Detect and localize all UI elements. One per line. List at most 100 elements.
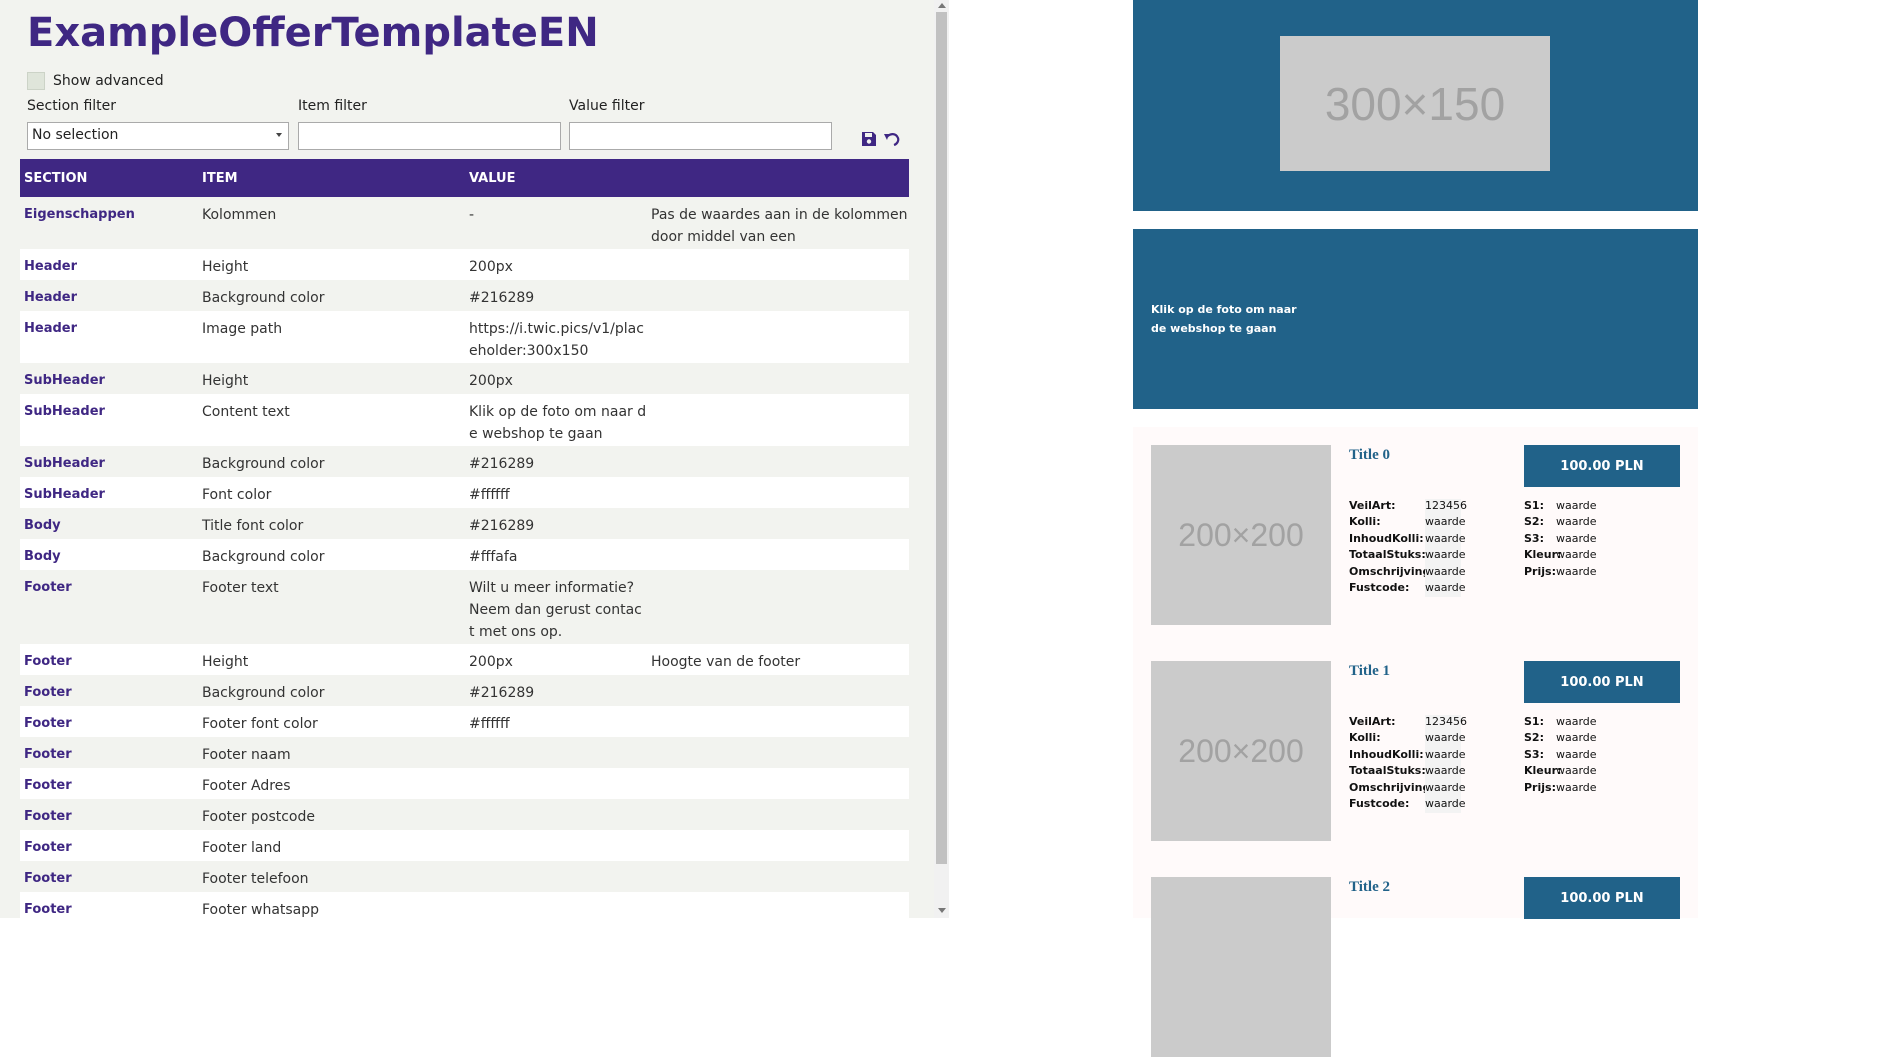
page-title: ExampleOfferTemplateEN [27, 10, 599, 56]
table-row[interactable]: SubHeader Height 200px [20, 363, 909, 394]
row-section: Footer [24, 871, 72, 886]
table-row[interactable]: Body Title font color #216289 [20, 508, 909, 539]
spec-value: waarde [1556, 764, 1597, 778]
spec-row: Prijs: waarde [1524, 565, 1597, 581]
spec-key: InhoudKolli: [1349, 531, 1424, 545]
row-section: Footer [24, 685, 72, 700]
spec-value: waarde [1425, 564, 1466, 581]
value-filter-input[interactable] [569, 122, 832, 150]
row-section: Header [24, 259, 78, 274]
product-card: Title 2 100.00 PLN [1133, 859, 1698, 1057]
table-row[interactable]: Header Image path https://i.twic.pics/v1/p… [20, 311, 909, 363]
header-item[interactable]: ITEM [202, 171, 238, 186]
spec-value: waarde [1425, 531, 1466, 549]
spec-key: S3: [1524, 531, 1544, 545]
row-value[interactable]: Klik op de foto om naar de webshop te ga… [469, 401, 647, 445]
row-value[interactable]: #216289 [469, 682, 647, 704]
show-advanced-checkbox[interactable] [27, 72, 45, 90]
spec-key: S3: [1524, 747, 1544, 761]
spec-key: VeilArt: [1349, 499, 1396, 512]
table-row[interactable]: SubHeader Background color #216289 [20, 446, 909, 477]
spec-key: VeilArt: [1349, 715, 1396, 728]
section-filter-label: Section filter [27, 98, 117, 114]
spec-key: Fustcode: [1349, 796, 1410, 810]
value-filter-label: Value filter [569, 98, 645, 114]
row-value[interactable]: #ffffff [469, 713, 647, 735]
save-icon[interactable] [860, 130, 878, 148]
row-description[interactable]: Hoogte van de footer [651, 651, 909, 673]
spec-key: TotaalStuks: [1349, 548, 1426, 562]
table-row[interactable]: Footer Footer naam [20, 737, 909, 768]
row-value[interactable]: #216289 [469, 453, 647, 475]
row-value[interactable]: #216289 [469, 287, 647, 309]
table-row[interactable]: Header Height 200px [20, 249, 909, 280]
table-row[interactable]: Footer Background color #216289 [20, 675, 909, 706]
scrollbar[interactable] [934, 0, 949, 918]
table-row[interactable]: Footer Footer postcode [20, 799, 909, 830]
row-value[interactable]: #216289 [469, 515, 647, 537]
table-row[interactable]: SubHeader Font color #ffffff [20, 477, 909, 508]
spec-row: Omschrijving: waarde [1349, 564, 1466, 581]
table-row[interactable]: Footer Footer whatsapp [20, 892, 909, 918]
row-value[interactable]: #fffafa [469, 546, 647, 568]
row-section: Footer [24, 580, 72, 595]
table-row[interactable]: SubHeader Content text Klik op de foto om … [20, 394, 909, 446]
row-value[interactable]: 200px [469, 651, 647, 673]
spec-row: S1: waarde [1524, 499, 1597, 515]
product-image-placeholder[interactable]: 200×200 [1151, 661, 1331, 841]
header-section[interactable]: SECTION [24, 171, 87, 186]
spec-key: Kleur: [1524, 764, 1562, 778]
row-value[interactable]: 200px [469, 370, 647, 392]
product-specs: VeilArt: 123456 Kolli: waarde InhoudKolli: wa… [1349, 499, 1467, 598]
preview-header: 300×150 [1133, 0, 1698, 211]
table-row[interactable]: Body Background color #fffafa [20, 539, 909, 570]
spec-value: waarde [1556, 515, 1597, 529]
row-value[interactable]: 200px [469, 256, 647, 278]
row-section: Header [24, 290, 78, 305]
row-value[interactable]: Wilt u meer informatie? Neem dan gerust … [469, 577, 647, 643]
product-price-button[interactable]: 100.00 PLN [1524, 877, 1680, 919]
table-row[interactable]: Footer Height 200px Hoogte van de footer [20, 644, 909, 675]
header-image-placeholder[interactable]: 300×150 [1280, 36, 1550, 171]
table-row[interactable]: Footer Footer text Wilt u meer informatie?… [20, 570, 909, 644]
table-row[interactable]: Footer Footer Adres [20, 768, 909, 799]
spec-value: waarde [1425, 796, 1466, 814]
spec-row: Fustcode: waarde [1349, 580, 1466, 598]
product-image-placeholder[interactable]: 200×200 [1151, 445, 1331, 625]
spec-value: waarde [1425, 780, 1466, 797]
scroll-down-arrow[interactable] [938, 908, 946, 913]
header-value[interactable]: VALUE [469, 171, 516, 186]
table-row[interactable]: Header Background color #216289 [20, 280, 909, 311]
product-image-placeholder[interactable] [1151, 877, 1331, 1057]
table-row[interactable]: Footer Footer land [20, 830, 909, 861]
row-item: Content text [202, 404, 290, 420]
product-title: Title 0 [1349, 447, 1390, 463]
spec-key: TotaalStuks: [1349, 764, 1426, 778]
row-value[interactable]: #ffffff [469, 484, 647, 506]
template-preview: 300×150 Klik op de foto om naar de websh… [1133, 0, 1698, 1057]
spec-key: S2: [1524, 731, 1544, 745]
row-value[interactable]: - [469, 204, 647, 226]
scroll-up-arrow[interactable] [938, 3, 946, 8]
undo-icon[interactable] [883, 130, 901, 148]
show-advanced-row[interactable]: Show advanced [27, 72, 164, 90]
row-section: Header [24, 321, 78, 336]
product-price-button[interactable]: 100.00 PLN [1524, 661, 1680, 703]
settings-table: Eigenschappen Kolommen - Pas de waardes aan… [20, 197, 909, 918]
spec-value: waarde [1556, 715, 1597, 728]
row-value[interactable]: https://i.twic.pics/v1/placeholder:300x1… [469, 318, 647, 362]
spec-key: S1: [1524, 715, 1544, 728]
row-section: Body [24, 518, 61, 533]
table-row[interactable]: Footer Footer telefoon [20, 861, 909, 892]
row-item: Background color [202, 456, 325, 472]
table-row[interactable]: Eigenschappen Kolommen - Pas de waardes aan… [20, 197, 909, 267]
subheader-text: Klik op de foto om naar de webshop te ga… [1151, 303, 1297, 335]
section-filter-select[interactable]: No selection [27, 122, 289, 150]
table-row[interactable]: Footer Footer font color #ffffff [20, 706, 909, 737]
row-section: Footer [24, 716, 72, 731]
scroll-thumb[interactable] [936, 12, 947, 864]
item-filter-input[interactable] [298, 122, 561, 150]
row-section: SubHeader [24, 456, 105, 471]
product-price-button[interactable]: 100.00 PLN [1524, 445, 1680, 487]
spec-value: 123456 [1425, 499, 1467, 516]
